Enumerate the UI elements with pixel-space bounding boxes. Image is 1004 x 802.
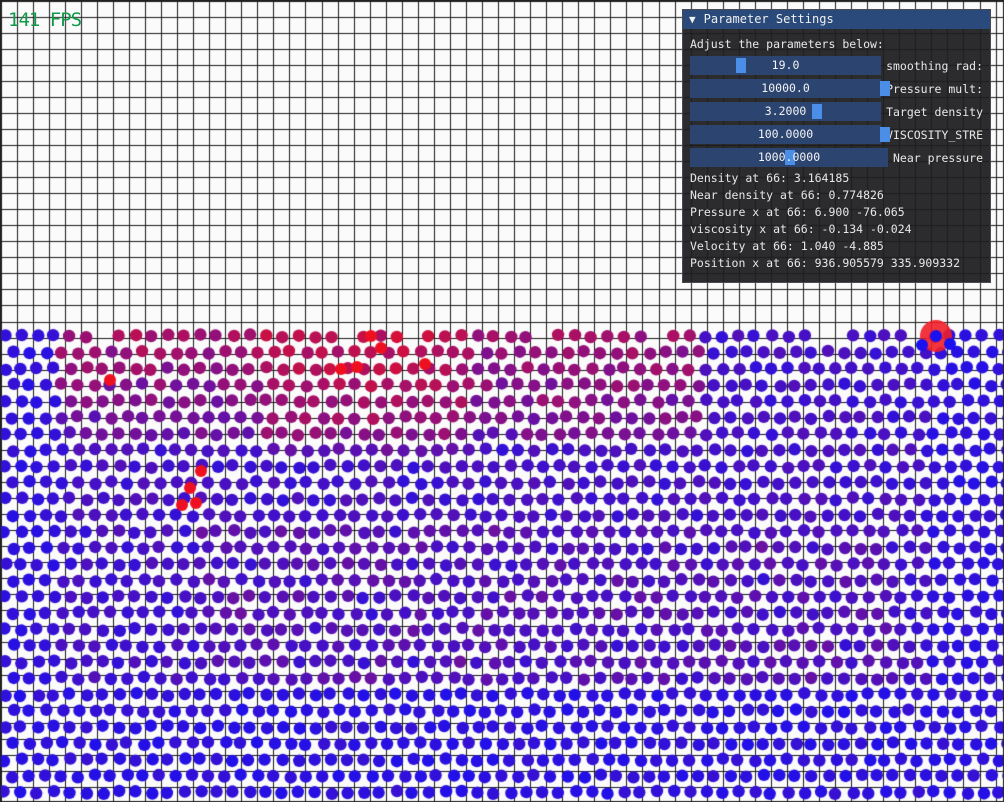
pressure-multiplier-slider[interactable]: 10000.0: [690, 79, 890, 98]
density-readout: Density at 66: 3.164185: [690, 171, 850, 185]
slider-value: 3.2000: [764, 104, 807, 118]
slider-label: Near pressure: [892, 150, 983, 165]
panel-title: Parameter Settings: [703, 12, 834, 26]
panel-body: Adjust the parameters below: 19.0 smooth…: [683, 29, 990, 272]
slider-value: 1000.0000: [757, 150, 821, 164]
slider-grab[interactable]: [880, 81, 890, 96]
slider-value: 10000.0: [761, 81, 810, 95]
viscosity-strength-row: 100.0000 VISCOSITY_STRE: [690, 124, 983, 145]
slider-value: 100.0000: [757, 127, 814, 141]
target-density-slider[interactable]: 3.2000: [690, 102, 882, 121]
panel-intro-text: Adjust the parameters below:: [690, 37, 884, 51]
near-density-readout: Near density at 66: 0.774826: [690, 188, 884, 202]
pressure-multiplier-row: 10000.0 Pressure mult:: [690, 78, 983, 99]
velocity-readout: Velocity at 66: 1.040 -4.885: [690, 239, 884, 253]
slider-value: 19.0: [771, 58, 800, 72]
near-pressure-slider[interactable]: 1000.0000: [690, 148, 888, 167]
viscosity-strength-slider[interactable]: 100.0000: [690, 125, 890, 144]
target-density-row: 3.2000 Target density: [690, 101, 983, 122]
slider-label: Target density: [886, 104, 983, 119]
debug-stats: Density at 66: 3.164185 Near density at …: [690, 170, 983, 272]
slider-label: Pressure mult:: [886, 81, 983, 96]
collapse-triangle-icon[interactable]: ▼: [689, 10, 696, 29]
slider-grab[interactable]: [880, 127, 890, 142]
slider-label: smoothing rad:: [886, 58, 983, 73]
smoothing-radius-row: 19.0 smoothing rad:: [690, 55, 983, 76]
viscosity-readout: viscosity x at 66: -0.134 -0.024: [690, 222, 912, 236]
smoothing-radius-slider[interactable]: 19.0: [690, 56, 882, 75]
pressure-readout: Pressure x at 66: 6.900 -76.065: [690, 205, 905, 219]
panel-title-bar[interactable]: ▼ Parameter Settings: [683, 10, 990, 29]
slider-label: VISCOSITY_STRE: [886, 127, 983, 142]
position-readout: Position x at 66: 936.905579 335.909332: [690, 256, 961, 270]
near-pressure-row: 1000.0000 Near pressure: [690, 147, 983, 168]
parameter-settings-window[interactable]: ▼ Parameter Settings Adjust the paramete…: [682, 9, 991, 283]
fps-counter: 141 FPS: [8, 9, 82, 31]
